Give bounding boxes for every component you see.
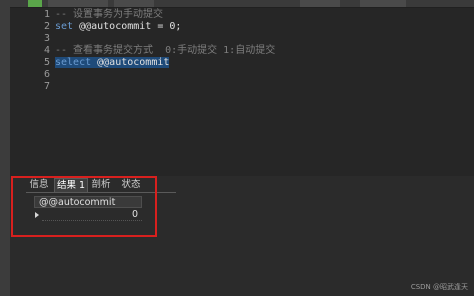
line-number: 4 xyxy=(43,45,50,56)
sql-editor[interactable]: 1 2 3 4 5 6 7 -- 设置事务为手动提交 set @@autocom… xyxy=(10,8,474,176)
watermark: CSDN @昭武逢天 xyxy=(410,283,468,291)
tab-info[interactable]: 信息 xyxy=(26,178,52,192)
code-text: @@autocommit = 0; xyxy=(73,21,182,32)
query-tab[interactable] xyxy=(114,0,154,7)
query-tab-strip xyxy=(0,0,474,8)
tab-status[interactable]: 状态 xyxy=(118,178,144,192)
line-number: 6 xyxy=(43,69,50,80)
code-line-selected: select @@autocommit xyxy=(55,57,170,69)
query-tab[interactable] xyxy=(48,0,108,7)
table-cell[interactable]: 0 xyxy=(42,209,142,221)
line-number: 2 xyxy=(43,21,50,32)
code-line-comment: -- 查看事务提交方式 0:手动提交 1:自动提交 xyxy=(55,45,276,56)
result-panel: 信息 结果 1 剖析 状态 @@autocommit 0 xyxy=(10,176,474,296)
tab-divider xyxy=(26,192,176,193)
code-line: set @@autocommit = 0; xyxy=(55,21,181,33)
query-tab[interactable] xyxy=(360,0,406,7)
code-line-comment: -- 设置事务为手动提交 xyxy=(55,9,164,20)
code-area[interactable]: -- 设置事务为手动提交 set @@autocommit = 0; -- 查看… xyxy=(55,8,474,176)
sql-keyword: select xyxy=(55,57,92,68)
query-tab-indicator[interactable] xyxy=(28,0,42,7)
line-number: 1 xyxy=(43,9,50,20)
line-number: 7 xyxy=(43,81,50,92)
table-row[interactable]: 0 xyxy=(34,209,142,221)
tab-result-1[interactable]: 结果 1 xyxy=(54,178,88,193)
sql-keyword: set xyxy=(55,21,74,32)
current-row-arrow-icon xyxy=(34,209,40,221)
tab-profile[interactable]: 剖析 xyxy=(88,178,114,192)
line-number: 5 xyxy=(43,57,50,68)
line-number: 3 xyxy=(43,33,50,44)
query-tab[interactable] xyxy=(300,0,340,7)
column-header[interactable]: @@autocommit xyxy=(34,196,142,208)
sql-editor-window: 1 2 3 4 5 6 7 -- 设置事务为手动提交 set @@autocom… xyxy=(0,0,474,296)
left-panel-edge xyxy=(0,0,10,296)
code-text: @@autocommit xyxy=(91,57,170,68)
line-number-gutter: 1 2 3 4 5 6 7 xyxy=(10,8,50,176)
